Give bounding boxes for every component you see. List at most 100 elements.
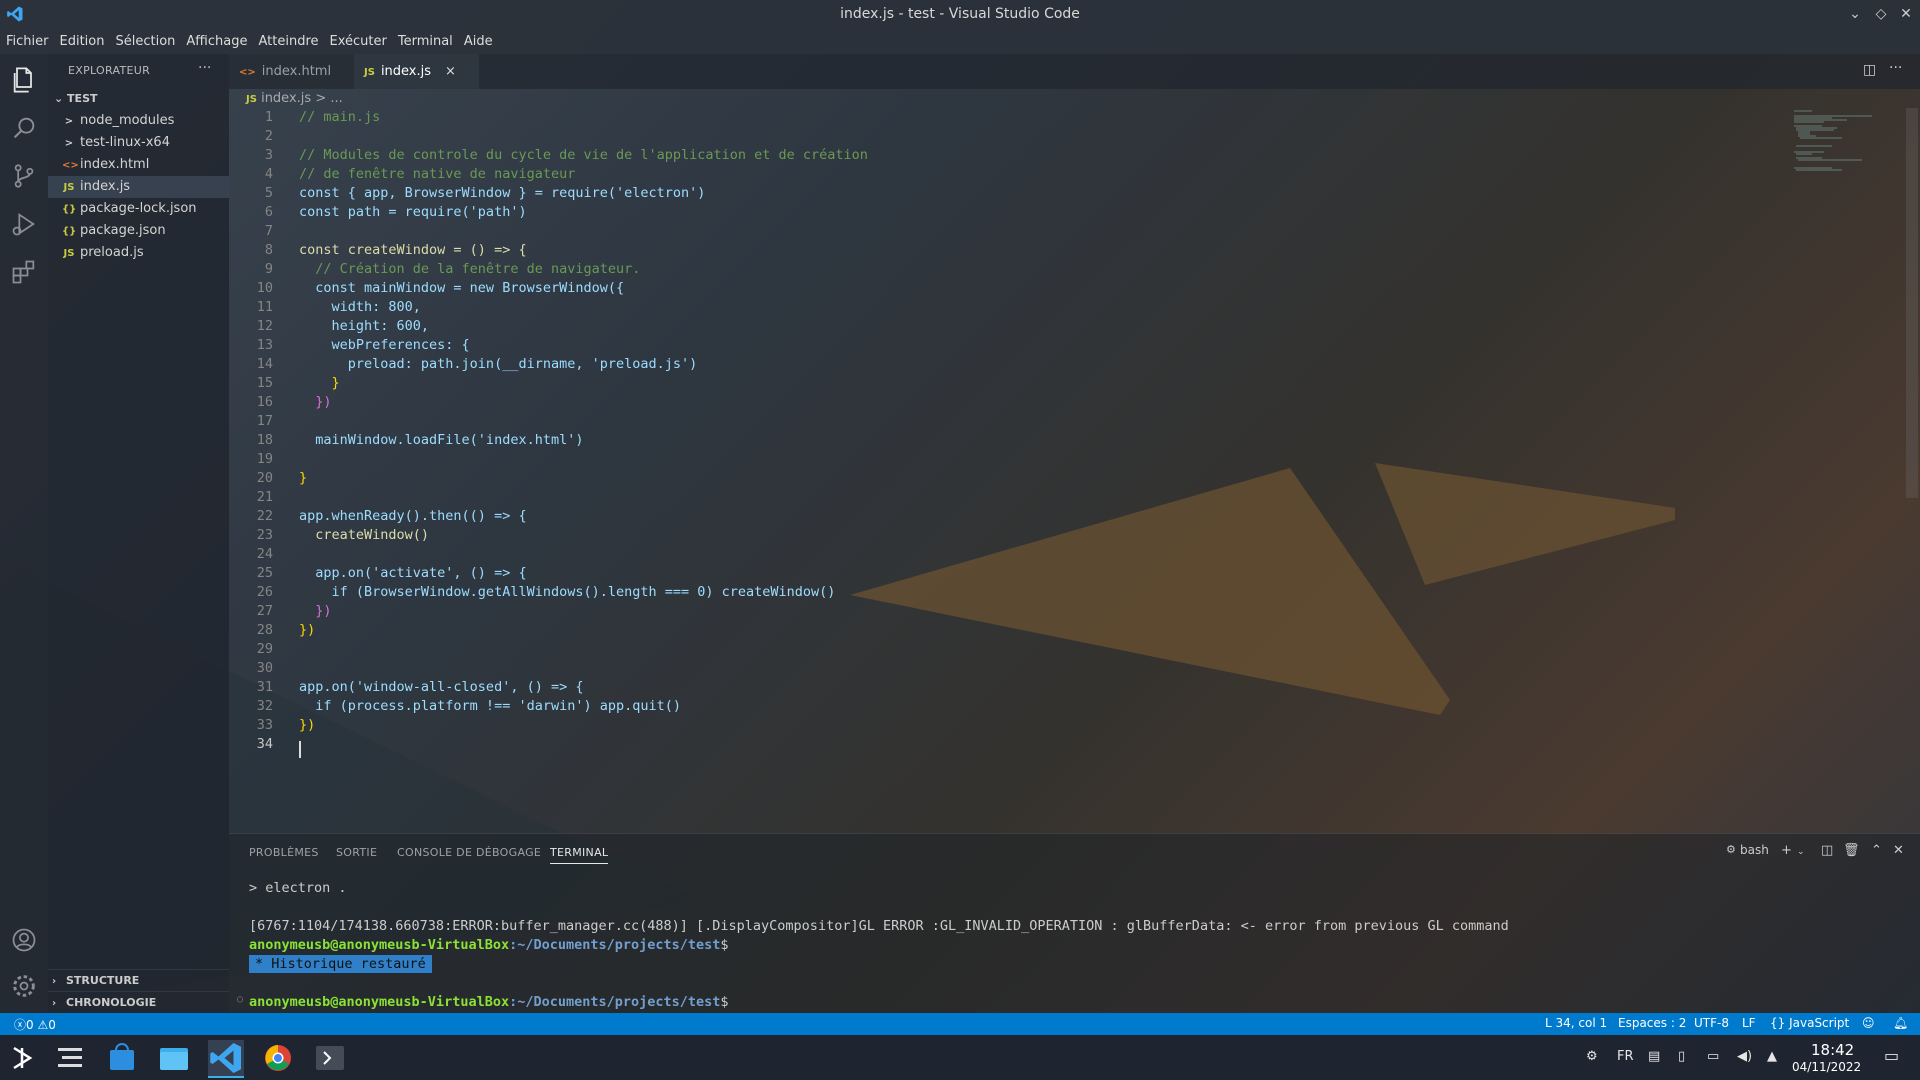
- line-number: 5: [264, 185, 273, 201]
- braces-icon: {}: [1770, 1016, 1790, 1030]
- tree-item-label: package-lock.json: [80, 201, 197, 216]
- tab-problems[interactable]: PROBLÈMES: [249, 846, 319, 859]
- cursor-position[interactable]: L 34, col 1: [1545, 1016, 1607, 1030]
- terminal-icon: ⚙: [1726, 843, 1736, 856]
- add-terminal-icon[interactable]: +: [1781, 843, 1792, 858]
- tree-item-package-json[interactable]: {} package.json: [48, 220, 229, 242]
- section-label: CHRONOLOGIE: [66, 996, 157, 1009]
- code-line: }: [299, 470, 308, 486]
- tab-terminal[interactable]: TERMINAL: [550, 846, 609, 864]
- menu-executer[interactable]: Exécuter: [330, 34, 387, 49]
- prompt-path: :~/Documents/projects/test: [509, 994, 721, 1010]
- trash-icon[interactable]: 🗑: [1843, 843, 1860, 858]
- code-line: // Création de la fenêtre de navigateur.: [299, 261, 641, 277]
- code-editor[interactable]: 1 // main.js 2 3 // Modules de controle du…: [229, 89, 1920, 833]
- prompt-dollar: $: [720, 994, 729, 1010]
- tab-index-js[interactable]: JS index.js ×: [354, 54, 479, 89]
- close-panel-icon[interactable]: ✕: [1893, 843, 1904, 858]
- line-number: 28: [256, 622, 273, 638]
- line-number: 14: [256, 356, 273, 372]
- chevron-down-icon[interactable]: ⌄: [1845, 4, 1865, 24]
- prompt-user: anonymeusb@anonymeusb-VirtualBox: [249, 937, 510, 953]
- display-icon[interactable]: ▭: [1707, 1049, 1719, 1064]
- minimap[interactable]: [1792, 108, 1904, 180]
- line-number: 2: [264, 128, 273, 144]
- terminal-shell-label[interactable]: bash: [1740, 843, 1769, 857]
- split-terminal-icon[interactable]: ◫: [1821, 843, 1833, 858]
- menu-affichage[interactable]: Affichage: [186, 34, 247, 49]
- line-number: 19: [256, 451, 273, 467]
- show-desktop-icon[interactable]: ▭: [1884, 1046, 1899, 1065]
- clipboard-icon[interactable]: ▤: [1648, 1049, 1660, 1064]
- file-manager-icon[interactable]: [156, 1040, 192, 1076]
- search-icon[interactable]: [10, 114, 38, 142]
- chevron-right-icon: ›: [52, 998, 57, 1009]
- clock-time[interactable]: 18:42: [1811, 1041, 1854, 1059]
- source-control-icon[interactable]: [10, 162, 38, 190]
- clock-date[interactable]: 04/11/2022: [1792, 1060, 1861, 1074]
- more-actions-icon[interactable]: ···: [198, 60, 211, 76]
- menu-edition[interactable]: Edition: [60, 34, 105, 49]
- account-icon[interactable]: [10, 926, 38, 954]
- network-icon[interactable]: ⚙: [1586, 1049, 1598, 1064]
- start-menu-icon[interactable]: [4, 1040, 40, 1076]
- language-mode[interactable]: {} JavaScript: [1770, 1016, 1849, 1030]
- chrome-icon[interactable]: [260, 1040, 296, 1076]
- tab-output[interactable]: SORTIE: [336, 846, 377, 859]
- indentation[interactable]: Espaces : 2: [1618, 1016, 1686, 1030]
- close-tab-icon[interactable]: ×: [445, 64, 456, 79]
- terminal-prompt-current[interactable]: anonymeusb@anonymeusb-VirtualBox:~/Docum…: [249, 994, 729, 1010]
- status-bar: ⓧ0 ⚠0 L 34, col 1 Espaces : 2 UTF-8 LF {…: [0, 1013, 1920, 1035]
- removable-device-icon[interactable]: ▯: [1678, 1049, 1685, 1064]
- line-number: 6: [264, 204, 273, 220]
- line-number: 18: [256, 432, 273, 448]
- tray-expand-icon[interactable]: ▲: [1767, 1049, 1777, 1064]
- maximize-panel-icon[interactable]: ⌃: [1871, 843, 1882, 858]
- menu-fichier[interactable]: Fichier: [6, 34, 49, 49]
- menu-atteindre[interactable]: Atteindre: [258, 34, 318, 49]
- extensions-icon[interactable]: [10, 258, 38, 286]
- terminal-app-icon[interactable]: [312, 1040, 348, 1076]
- tab-debug-console[interactable]: CONSOLE DE DÉBOGAGE: [397, 846, 541, 859]
- tree-item-index-html[interactable]: <>index.html: [48, 154, 229, 176]
- vscode-taskbar-icon[interactable]: [208, 1040, 244, 1078]
- editor-scrollbar[interactable]: [1906, 108, 1918, 498]
- app-store-icon[interactable]: [104, 1040, 140, 1076]
- prompt-user: anonymeusb@anonymeusb-VirtualBox: [249, 994, 510, 1010]
- menu-aide[interactable]: Aide: [464, 34, 493, 49]
- close-icon[interactable]: ✕: [1896, 4, 1916, 24]
- section-chronologie[interactable]: › CHRONOLOGIE: [48, 991, 229, 1013]
- tree-item-package-lock-json[interactable]: {} package-lock.json: [48, 198, 229, 220]
- chevron-down-icon[interactable]: ⌄: [1797, 847, 1805, 857]
- feedback-icon[interactable]: ☺: [1862, 1016, 1875, 1030]
- workspace-folder[interactable]: ⌄ TEST: [54, 92, 98, 105]
- problems-status[interactable]: ⓧ0 ⚠0: [14, 1016, 56, 1033]
- settings-gear-icon[interactable]: [10, 972, 38, 1000]
- menu-selection[interactable]: Sélection: [115, 34, 175, 49]
- tree-item-node-modules[interactable]: > node_modules: [48, 110, 229, 132]
- code-line: }): [299, 622, 316, 638]
- more-actions-icon[interactable]: ···: [1889, 60, 1902, 76]
- code-line: if (BrowserWindow.getAllWindows().length…: [299, 584, 836, 600]
- volume-icon[interactable]: ◀): [1737, 1049, 1752, 1064]
- explorer-icon[interactable]: [10, 66, 38, 94]
- line-number: 13: [256, 337, 273, 353]
- run-debug-icon[interactable]: [10, 210, 38, 238]
- bell-icon[interactable]: 🔔︎: [1893, 1016, 1908, 1030]
- encoding[interactable]: UTF-8: [1694, 1016, 1729, 1030]
- end-of-line[interactable]: LF: [1742, 1016, 1756, 1030]
- restore-icon[interactable]: ◇: [1871, 4, 1891, 24]
- tree-item-preload-js[interactable]: JS preload.js: [48, 242, 229, 264]
- split-editor-icon[interactable]: ◫: [1863, 62, 1876, 78]
- tree-item-label: package.json: [80, 223, 166, 238]
- line-number: 31: [256, 679, 273, 695]
- tree-item-test-linux-x64[interactable]: > test-linux-x64: [48, 132, 229, 154]
- menu-terminal[interactable]: Terminal: [398, 34, 453, 49]
- line-number: 30: [256, 660, 273, 676]
- keyboard-layout[interactable]: FR: [1617, 1049, 1634, 1064]
- tree-item-index-js[interactable]: JS index.js: [48, 176, 229, 198]
- tab-index-html[interactable]: <> index.html: [229, 54, 354, 89]
- section-structure[interactable]: › STRUCTURE: [48, 969, 229, 991]
- task-manager-icon[interactable]: [52, 1040, 88, 1076]
- line-number: 21: [256, 489, 273, 505]
